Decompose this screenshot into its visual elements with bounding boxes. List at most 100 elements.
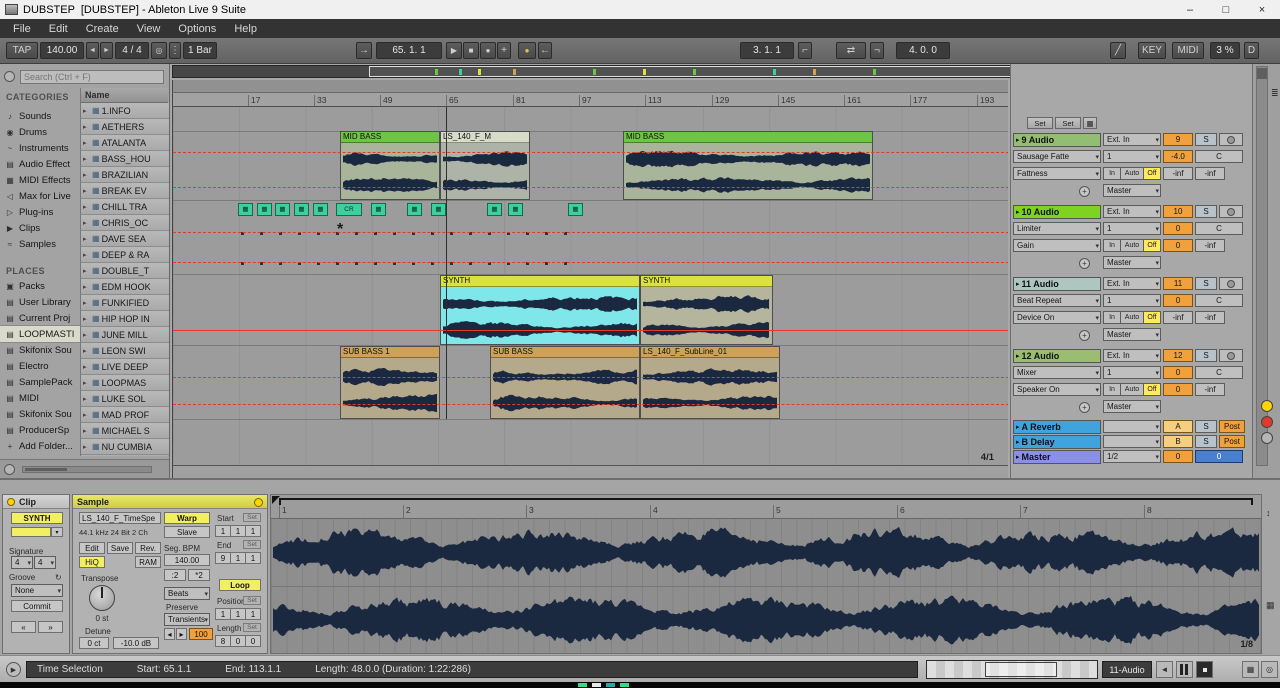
fold-devices-button[interactable]: + (1079, 186, 1090, 197)
sample-editor[interactable]: 1 2 3 4 5 6 7 8 1/8 (270, 494, 1262, 654)
sidebar-item-midi-folder[interactable]: ▤ MIDI (0, 390, 80, 406)
warp-mode-chooser[interactable]: Beats (164, 587, 210, 600)
fold-devices-button[interactable]: + (1079, 330, 1090, 341)
solo-button[interactable]: S (1195, 277, 1217, 290)
file-row[interactable]: ▸ ▦ BREAK EV (81, 183, 169, 199)
expand-icon[interactable]: ▸ (83, 315, 90, 323)
menu-options[interactable]: Options (169, 19, 225, 38)
midi-clip[interactable]: ▦ (294, 203, 309, 216)
sidebar-item-clips[interactable]: ▶ Clips (0, 220, 80, 236)
parameter-chooser[interactable]: Fattness (1013, 167, 1101, 180)
reverse-button[interactable]: Rev. (135, 542, 161, 554)
output-chooser[interactable]: Master (1103, 328, 1161, 341)
gray-indicator-icon[interactable] (1261, 432, 1273, 444)
start-set-button[interactable]: Set (243, 513, 261, 522)
sample-file-name[interactable]: LS_140_F_TimeSpe (79, 512, 161, 524)
menu-view[interactable]: View (128, 19, 170, 38)
double-tempo-button[interactable]: *2 (188, 569, 210, 581)
file-row[interactable]: ▸ ▦ LUKE SOL (81, 391, 169, 407)
expand-icon[interactable]: ▸ (83, 155, 90, 163)
maximize-button[interactable]: □ (1208, 0, 1244, 19)
loop-brace[interactable] (279, 498, 1253, 505)
clip-synth-1-selected[interactable]: SYNTH (440, 275, 640, 345)
midi-clip-crash[interactable]: CR (336, 203, 362, 216)
automation-line[interactable] (173, 152, 1008, 153)
file-row[interactable]: ▸ ▦ LEON SWI (81, 343, 169, 359)
speaker-icon[interactable]: ◄ (1156, 661, 1173, 678)
track-header-10-audio[interactable]: ▸10 Audio Ext. In 10 S Limiter 1 0 C Gai… (1013, 205, 1251, 273)
overview-viewport[interactable] (369, 66, 1011, 77)
sample-section-header[interactable]: Sample (73, 495, 267, 509)
arm-button[interactable] (1219, 349, 1243, 362)
fold-track-icon[interactable]: ▸ (1016, 423, 1020, 431)
file-row[interactable]: ▸ ▦ BASS_HOU (81, 151, 169, 167)
end-beats[interactable]: 1 (230, 552, 246, 564)
menu-create[interactable]: Create (77, 19, 128, 38)
end-set-button[interactable]: Set (243, 540, 261, 549)
midi-clip[interactable]: ▦ (407, 203, 422, 216)
volume-value[interactable]: -inf (1195, 167, 1225, 180)
file-row[interactable]: ▸ ▦ CHILL TRA (81, 199, 169, 215)
track-number[interactable]: 10 (1163, 205, 1193, 218)
solo-button[interactable]: S (1195, 420, 1217, 433)
volume-value[interactable]: 0 (1163, 383, 1193, 396)
arrangement-clips-area[interactable]: MID BASS LS_140_F_M MID BASS ▦ ▦ ▦ ▦ ▦ C… (172, 107, 1008, 465)
fold-track-icon[interactable]: ▸ (1016, 280, 1020, 288)
sidebar-item-user-library[interactable]: ▤ User Library (0, 294, 80, 310)
zoom-overview-widget[interactable] (926, 660, 1098, 679)
track-number[interactable]: 12 (1163, 349, 1193, 362)
file-row[interactable]: ▸ ▦ LIVE DEEP (81, 359, 169, 375)
solo-button[interactable]: S (1195, 133, 1217, 146)
parameter-chooser[interactable]: Gain (1013, 239, 1101, 252)
sidebar-item-sounds[interactable]: ♪ Sounds (0, 108, 80, 124)
expand-icon[interactable]: ▸ (83, 139, 90, 147)
loop-button[interactable]: ⇄ (836, 42, 866, 59)
clip-synth-2[interactable]: SYNTH (640, 275, 773, 345)
sidebar-item-skifonix-1[interactable]: ▤ Skifonix Sou (0, 342, 80, 358)
nudge-down-button[interactable]: ◄ (86, 42, 99, 59)
expand-icon[interactable]: ▸ (83, 427, 90, 435)
end-bars[interactable]: 9 (215, 552, 231, 564)
solo-button[interactable]: S (1195, 435, 1217, 448)
send-value[interactable]: 0 (1163, 222, 1193, 235)
midi-clip[interactable]: ▦ (313, 203, 328, 216)
clip-sub-bass-2[interactable]: SUB BASS (490, 346, 640, 419)
midi-clip[interactable]: ▦ (275, 203, 290, 216)
clip-sub-bass-1[interactable]: SUB BASS 1 (340, 346, 440, 419)
expand-icon[interactable]: ▸ (83, 251, 90, 259)
edit-button[interactable]: Edit (79, 542, 105, 554)
scrub-area[interactable] (172, 80, 1008, 93)
file-row[interactable]: ▸ ▦ JUNE MILL (81, 327, 169, 343)
transpose-value[interactable]: 0 st (87, 614, 117, 623)
monitor-buttons[interactable]: In Auto Off (1103, 311, 1161, 324)
clip-gain-value[interactable]: -10.0 dB (113, 637, 159, 649)
file-row[interactable]: ▸ ▦ HIP HOP IN (81, 311, 169, 327)
sidebar-item-packs[interactable]: ▣ Packs (0, 278, 80, 294)
punch-out-button[interactable]: ¬ (870, 42, 884, 59)
monitor-buttons[interactable]: In Auto Off (1103, 239, 1161, 252)
device-chooser[interactable]: Sausage Fatte (1013, 150, 1101, 163)
expand-icon[interactable]: ▸ (83, 347, 90, 355)
file-row[interactable]: ▸ ▦ NU CUMBIA (81, 439, 169, 455)
nudge-back-button[interactable]: « (11, 621, 36, 633)
return-input-chooser[interactable] (1103, 420, 1161, 433)
return-input-chooser[interactable] (1103, 435, 1161, 448)
play-button[interactable]: ▶ (446, 42, 462, 59)
clip-subline[interactable]: LS_140_F_SubLine_01 (640, 346, 780, 419)
track-number[interactable]: 11 (1163, 277, 1193, 290)
file-row[interactable]: ▸ ▦ ATALANTA (81, 135, 169, 151)
sidebar-item-drums[interactable]: ◉ Drums (0, 124, 80, 140)
close-button[interactable]: × (1244, 0, 1280, 19)
device-chooser[interactable]: Mixer (1013, 366, 1101, 379)
length-bars[interactable]: 8 (215, 635, 231, 647)
file-list-name-header[interactable]: Name (81, 88, 168, 103)
sidebar-item-skifonix-2[interactable]: ▤ Skifonix Sou (0, 406, 80, 422)
input-chooser[interactable]: Ext. In (1103, 205, 1161, 218)
updown-arrows-icon[interactable]: ↕ (1266, 508, 1271, 518)
sidebar-item-midi-effects[interactable]: ▦ MIDI Effects (0, 172, 80, 188)
file-row[interactable]: ▸ ▦ MICHAEL S (81, 423, 169, 439)
track-number[interactable]: 9 (1163, 133, 1193, 146)
metronome-button[interactable]: ◎ (151, 42, 167, 59)
expand-icon[interactable]: ▸ (83, 299, 90, 307)
expand-icon[interactable]: ▸ (83, 411, 90, 419)
